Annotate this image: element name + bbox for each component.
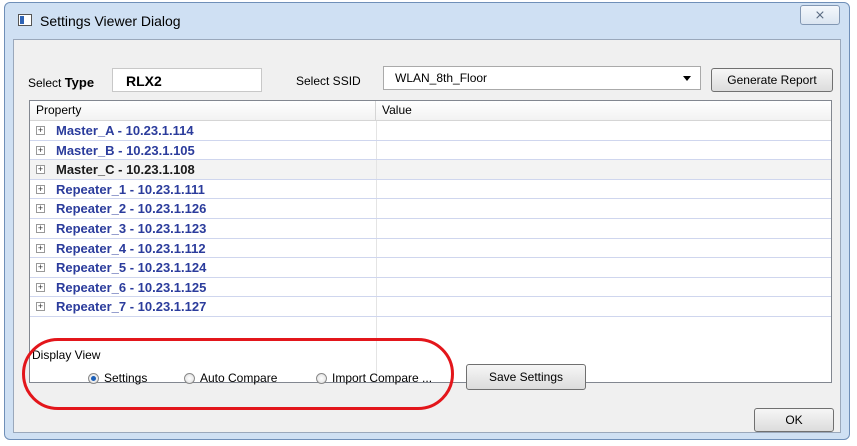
column-header-value[interactable]: Value: [376, 101, 831, 120]
expand-plus-icon[interactable]: +: [36, 145, 45, 155]
row-label: Master_C - 10.23.1.108: [56, 162, 195, 178]
radio-settings-label: Settings: [104, 371, 148, 385]
radio-button-icon: [88, 373, 99, 384]
settings-viewer-dialog: Settings Viewer Dialog ⨯ Select Type RLX…: [4, 2, 850, 440]
expand-plus-icon[interactable]: +: [36, 243, 45, 253]
radio-button-icon: [316, 373, 327, 384]
select-ssid-label: Select SSID: [296, 74, 361, 88]
type-field[interactable]: RLX2: [112, 68, 262, 92]
row-label: Repeater_2 - 10.23.1.126: [56, 201, 207, 217]
ok-button[interactable]: OK: [754, 408, 834, 432]
column-separator: [376, 297, 377, 316]
row-label: Master_B - 10.23.1.105: [56, 142, 195, 158]
row-label: Repeater_1 - 10.23.1.111: [56, 181, 205, 197]
table-row[interactable]: + Repeater_4 - 10.23.1.112: [30, 238, 831, 259]
dialog-content: Select Type RLX2 Select SSID WLAN_8th_Fl…: [13, 39, 841, 433]
expand-plus-icon[interactable]: +: [36, 282, 45, 292]
radio-settings[interactable]: Settings: [88, 371, 147, 385]
window-title: Settings Viewer Dialog: [40, 13, 181, 29]
table-row[interactable]: + Repeater_2 - 10.23.1.126: [30, 199, 831, 219]
property-grid: Property Value + Master_A - 10.23.1.114 + M…: [29, 100, 832, 383]
table-row[interactable]: + Master_B - 10.23.1.105: [30, 140, 831, 161]
column-separator: [376, 199, 377, 218]
ssid-dropdown-value: WLAN_8th_Floor: [395, 71, 488, 85]
table-row[interactable]: + Repeater_1 - 10.23.1.111: [30, 179, 831, 200]
expand-plus-icon[interactable]: +: [36, 126, 45, 135]
select-type-label: Select Type: [28, 75, 95, 90]
table-row[interactable]: + Repeater_6 - 10.23.1.125: [30, 277, 831, 298]
chevron-down-icon[interactable]: [683, 76, 691, 81]
table-row[interactable]: + Repeater_7 - 10.23.1.127: [30, 297, 831, 317]
expand-plus-icon[interactable]: +: [36, 223, 45, 233]
row-label: Repeater_5 - 10.23.1.124: [56, 260, 207, 276]
close-button[interactable]: ⨯: [800, 5, 840, 25]
expand-plus-icon[interactable]: +: [36, 263, 45, 273]
table-row[interactable]: + Repeater_5 - 10.23.1.124: [30, 258, 831, 278]
column-separator: [376, 121, 377, 140]
table-row[interactable]: + Master_A - 10.23.1.114: [30, 121, 831, 141]
table-row[interactable]: + Repeater_3 - 10.23.1.123: [30, 218, 831, 239]
column-separator: [376, 258, 377, 277]
ssid-dropdown[interactable]: WLAN_8th_Floor: [383, 66, 701, 90]
row-label: Repeater_7 - 10.23.1.127: [56, 299, 207, 315]
row-label: Repeater_4 - 10.23.1.112: [56, 240, 206, 256]
grid-header: Property Value: [30, 101, 831, 121]
window-app-icon: [18, 14, 32, 26]
column-separator: [376, 238, 377, 258]
expand-plus-icon[interactable]: +: [36, 302, 45, 312]
title-bar: Settings Viewer Dialog ⨯: [5, 3, 849, 39]
save-settings-button[interactable]: Save Settings: [466, 364, 586, 390]
column-separator: [376, 160, 377, 179]
column-header-property[interactable]: Property: [30, 101, 376, 120]
radio-auto-compare[interactable]: Auto Compare: [184, 371, 277, 385]
row-label: Repeater_3 - 10.23.1.123: [56, 220, 207, 236]
column-separator: [376, 218, 377, 238]
column-separator: [376, 277, 377, 297]
row-label: Repeater_6 - 10.23.1.125: [56, 279, 207, 295]
expand-plus-icon[interactable]: +: [36, 165, 45, 175]
grid-rows: + Master_A - 10.23.1.114 + Master_B - 10.23…: [30, 121, 831, 317]
table-row[interactable]: + Master_C - 10.23.1.108: [30, 160, 831, 180]
display-view-label: Display View: [32, 348, 101, 362]
radio-button-icon: [184, 373, 195, 384]
radio-import-compare-label: Import Compare ...: [332, 371, 433, 385]
expand-plus-icon[interactable]: +: [36, 204, 45, 214]
column-separator: [376, 140, 377, 160]
row-label: Master_A - 10.23.1.114: [56, 123, 194, 138]
generate-report-button[interactable]: Generate Report: [711, 68, 833, 92]
radio-auto-compare-label: Auto Compare: [200, 371, 278, 385]
column-separator: [376, 179, 377, 199]
expand-plus-icon[interactable]: +: [36, 184, 45, 194]
radio-import-compare[interactable]: Import Compare ...: [316, 371, 432, 385]
